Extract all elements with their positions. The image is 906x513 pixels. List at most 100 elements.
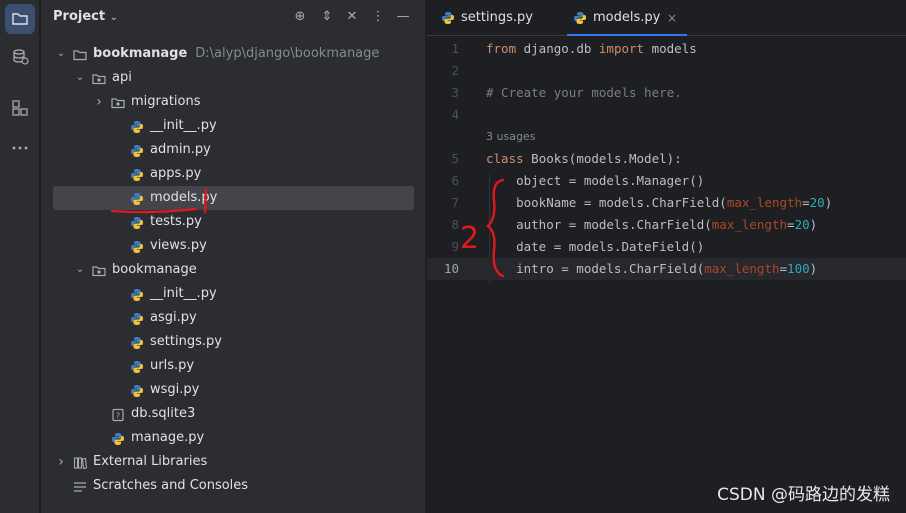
chevron-down-icon[interactable]: ⌄ (55, 42, 67, 66)
collapse-all-icon[interactable]: ✕ (344, 9, 360, 25)
more-icon (12, 146, 28, 150)
code-line: 4 (451, 107, 459, 122)
tree-item[interactable]: __init__.py (53, 282, 414, 306)
code-line: 7 bookName = models.CharField(max_length… (451, 195, 833, 210)
tree-item-label: __init__.py (150, 118, 217, 133)
chevron-right-icon[interactable]: › (93, 90, 105, 114)
tree-item-label: wsgi.py (150, 382, 200, 397)
python-icon (130, 383, 144, 397)
python-icon (111, 431, 125, 445)
project-path: D:\alyp\django\bookmanage (195, 46, 380, 61)
structure-tool-button[interactable] (5, 93, 35, 123)
python-icon (130, 239, 144, 253)
project-tool-button[interactable] (5, 4, 35, 34)
python-icon (130, 119, 144, 133)
code-line: 2 (451, 63, 459, 78)
tree-item[interactable]: apps.py (53, 162, 414, 186)
python-icon (442, 12, 454, 24)
tree-item-label: migrations (131, 94, 201, 109)
tree-item[interactable]: › migrations (53, 90, 414, 114)
python-icon (130, 143, 144, 157)
tree-item-label: models.py (150, 190, 218, 205)
project-title[interactable]: Project ⌄ (53, 9, 118, 24)
editor-tab-bar: settings.py models.py × (427, 0, 906, 36)
tree-item[interactable]: › External Libraries (53, 450, 414, 474)
tree-item[interactable]: wsgi.py (53, 378, 414, 402)
options-icon[interactable]: ⋮ (370, 9, 386, 25)
package-icon (111, 95, 125, 109)
package-icon (92, 71, 106, 85)
tree-item[interactable]: urls.py (53, 354, 414, 378)
tree-item-label: apps.py (150, 166, 202, 181)
python-icon (130, 191, 144, 205)
tree-item-label: Scratches and Consoles (93, 478, 249, 493)
package-icon (92, 263, 106, 277)
python-icon (130, 335, 144, 349)
folder-icon (12, 13, 28, 25)
tree-item[interactable]: settings.py (53, 330, 414, 354)
chevron-right-icon[interactable]: › (55, 450, 67, 474)
code-line-current: 10 intro = models.CharField(max_length=1… (427, 258, 906, 280)
code-line: 1 from django.db import models (451, 41, 697, 56)
usages-hint[interactable]: 3 usages (486, 130, 535, 143)
code-line: 3 # Create your models here. (451, 85, 682, 100)
library-icon (73, 455, 88, 470)
python-icon (130, 311, 144, 325)
tree-item-label: External Libraries (93, 454, 208, 469)
database-tool-button[interactable] (5, 42, 35, 72)
tree-item[interactable]: tests.py (53, 210, 414, 234)
tab-close-button[interactable]: × (667, 0, 677, 36)
code-line: 8 author = models.CharField(max_length=2… (451, 217, 818, 232)
code-line: 9 date = models.DateField() (451, 239, 705, 254)
watermark: CSDN @码路边的发糕 (717, 485, 890, 505)
tab-models-py[interactable]: models.py × (567, 0, 687, 36)
tree-item-label: urls.py (150, 358, 195, 373)
python-icon (130, 167, 144, 181)
tree-item-label: api (112, 70, 132, 85)
tree-item-label: db.sqlite3 (131, 406, 196, 421)
python-icon (130, 287, 144, 301)
tree-item-label: bookmanage D:\alyp\django\bookmanage (93, 46, 380, 61)
code-line: 6 object = models.Manager() (451, 173, 705, 188)
scratches-icon (73, 479, 87, 493)
tab-settings-py[interactable]: settings.py (441, 0, 551, 36)
chevron-down-icon: ⌄ (109, 12, 118, 23)
expand-all-icon[interactable]: ⇕ (319, 9, 335, 25)
tree-item-label: asgi.py (150, 310, 197, 325)
tree-item[interactable]: models.py (53, 186, 414, 210)
tree-item[interactable]: Scratches and Consoles (53, 474, 414, 498)
locate-icon[interactable]: ⊕ (292, 9, 308, 25)
tree-item-label: __init__.py (150, 286, 217, 301)
structure-icon (12, 100, 28, 116)
chevron-down-icon[interactable]: ⌄ (74, 258, 86, 282)
project-panel-header: Project ⌄ ⊕ ⇕ ✕ ⋮ — (41, 0, 426, 34)
tree-item[interactable]: asgi.py (53, 306, 414, 330)
hide-icon[interactable]: — (395, 9, 411, 25)
more-tools-button[interactable] (5, 133, 35, 163)
tree-item[interactable]: views.py (53, 234, 414, 258)
unknown-file-icon: ? (111, 407, 125, 422)
editor-area: settings.py models.py × 1 from django.db… (427, 0, 906, 513)
project-panel: Project ⌄ ⊕ ⇕ ✕ ⋮ — ⌄ bookmanage D:\alyp\d… (41, 0, 426, 513)
tree-item[interactable]: ⌄ api (53, 66, 414, 90)
tree-item-label: settings.py (150, 334, 222, 349)
tree-item[interactable]: ⌄ bookmanage D:\alyp\django\bookmanage (53, 42, 414, 66)
tree-item-label: tests.py (150, 214, 202, 229)
tree-item[interactable]: ? db.sqlite3 (53, 402, 414, 426)
python-icon (130, 215, 144, 229)
tree-item[interactable]: __init__.py (53, 114, 414, 138)
tree-item-label: manage.py (131, 430, 205, 445)
tree-item[interactable]: manage.py (53, 426, 414, 450)
tree-item[interactable]: ⌄ bookmanage (53, 258, 414, 282)
chevron-down-icon[interactable]: ⌄ (74, 66, 86, 90)
tree-item[interactable]: admin.py (53, 138, 414, 162)
python-icon (130, 359, 144, 373)
tree-item-label: admin.py (150, 142, 211, 157)
svg-text:?: ? (116, 412, 120, 421)
tree-item-label: bookmanage (112, 262, 197, 277)
tool-strip (0, 0, 40, 513)
database-icon (13, 49, 29, 65)
python-icon (574, 12, 586, 24)
tree-item-label: views.py (150, 238, 207, 253)
code-line: 5 class Books(models.Model): (451, 151, 682, 166)
